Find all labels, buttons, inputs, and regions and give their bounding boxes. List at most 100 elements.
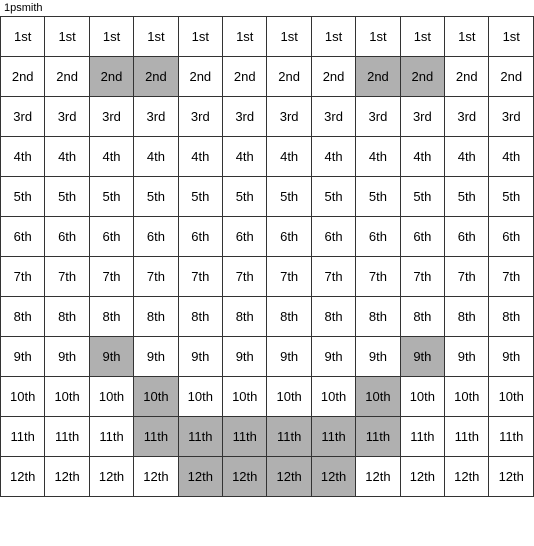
table-row: 2nd2nd2nd2nd2nd2nd2nd2nd2nd2nd2nd2nd — [1, 57, 534, 97]
grid-cell: 1st — [311, 17, 355, 57]
table-row: 7th7th7th7th7th7th7th7th7th7th7th7th — [1, 257, 534, 297]
grid-cell: 10th — [89, 377, 133, 417]
grid-cell: 5th — [489, 177, 534, 217]
grid-cell: 5th — [1, 177, 45, 217]
grid-cell: 4th — [45, 137, 89, 177]
grid-cell: 6th — [89, 217, 133, 257]
grid-cell: 4th — [400, 137, 444, 177]
grid-cell: 10th — [134, 377, 178, 417]
grid-cell: 8th — [89, 297, 133, 337]
grid-cell: 11th — [356, 417, 400, 457]
grid-cell: 1st — [134, 17, 178, 57]
grid-cell: 8th — [311, 297, 355, 337]
grid-cell: 9th — [134, 337, 178, 377]
grid-cell: 6th — [400, 217, 444, 257]
table-row: 4th4th4th4th4th4th4th4th4th4th4th4th — [1, 137, 534, 177]
grid-cell: 10th — [445, 377, 489, 417]
grid-cell: 7th — [134, 257, 178, 297]
app-title: 1psmith — [4, 2, 43, 14]
grid-cell: 8th — [400, 297, 444, 337]
grid-cell: 10th — [1, 377, 45, 417]
grid-cell: 9th — [223, 337, 267, 377]
grid-cell: 7th — [45, 257, 89, 297]
table-row: 8th8th8th8th8th8th8th8th8th8th8th8th — [1, 297, 534, 337]
grid-cell: 1st — [400, 17, 444, 57]
grid-cell: 7th — [356, 257, 400, 297]
grid-cell: 3rd — [89, 97, 133, 137]
grid-cell: 2nd — [45, 57, 89, 97]
grid-cell: 10th — [178, 377, 222, 417]
grid-cell: 11th — [1, 417, 45, 457]
grid-cell: 10th — [311, 377, 355, 417]
grid-cell: 5th — [178, 177, 222, 217]
grid-cell: 10th — [267, 377, 311, 417]
grid-cell: 2nd — [178, 57, 222, 97]
grid-cell: 3rd — [1, 97, 45, 137]
grid-cell: 11th — [89, 417, 133, 457]
grid-cell: 9th — [400, 337, 444, 377]
table-row: 3rd3rd3rd3rd3rd3rd3rd3rd3rd3rd3rd3rd — [1, 97, 534, 137]
grid-cell: 2nd — [223, 57, 267, 97]
grid-cell: 8th — [489, 297, 534, 337]
table-row: 9th9th9th9th9th9th9th9th9th9th9th9th — [1, 337, 534, 377]
grid-cell: 12th — [223, 457, 267, 497]
grid-cell: 1st — [223, 17, 267, 57]
grid-cell: 9th — [178, 337, 222, 377]
grid-cell: 12th — [445, 457, 489, 497]
grid-cell: 8th — [1, 297, 45, 337]
grid-cell: 4th — [267, 137, 311, 177]
grid-cell: 7th — [445, 257, 489, 297]
grid-cell: 4th — [178, 137, 222, 177]
grid-cell: 11th — [445, 417, 489, 457]
grid-cell: 8th — [356, 297, 400, 337]
grid-cell: 1st — [89, 17, 133, 57]
grid-cell: 1st — [489, 17, 534, 57]
grid-cell: 2nd — [1, 57, 45, 97]
grid-cell: 5th — [89, 177, 133, 217]
grid-cell: 1st — [445, 17, 489, 57]
grid-cell: 7th — [267, 257, 311, 297]
grid-cell: 9th — [45, 337, 89, 377]
grid-cell: 3rd — [178, 97, 222, 137]
table-row: 6th6th6th6th6th6th6th6th6th6th6th6th — [1, 217, 534, 257]
grid-cell: 8th — [267, 297, 311, 337]
grid-cell: 1st — [178, 17, 222, 57]
grid-cell: 12th — [267, 457, 311, 497]
grid-cell: 12th — [45, 457, 89, 497]
table-row: 1st1st1st1st1st1st1st1st1st1st1st1st — [1, 17, 534, 57]
grid-cell: 3rd — [267, 97, 311, 137]
grid-cell: 12th — [89, 457, 133, 497]
grid-cell: 2nd — [400, 57, 444, 97]
grid-cell: 9th — [311, 337, 355, 377]
grid-cell: 5th — [45, 177, 89, 217]
grid-cell: 7th — [311, 257, 355, 297]
grid-cell: 5th — [267, 177, 311, 217]
grid-cell: 9th — [356, 337, 400, 377]
grid-cell: 6th — [445, 217, 489, 257]
grid-cell: 6th — [134, 217, 178, 257]
grid-cell: 3rd — [311, 97, 355, 137]
grid-cell: 11th — [267, 417, 311, 457]
grid-cell: 4th — [311, 137, 355, 177]
grid-cell: 10th — [400, 377, 444, 417]
grid-cell: 8th — [223, 297, 267, 337]
grid-cell: 4th — [89, 137, 133, 177]
grid-cell: 4th — [356, 137, 400, 177]
grid-cell: 3rd — [489, 97, 534, 137]
grid-cell: 6th — [1, 217, 45, 257]
grid-cell: 11th — [134, 417, 178, 457]
grid-cell: 8th — [178, 297, 222, 337]
grid-cell: 11th — [311, 417, 355, 457]
grid-cell: 2nd — [445, 57, 489, 97]
grid-cell: 6th — [356, 217, 400, 257]
grid-cell: 10th — [489, 377, 534, 417]
grid-cell: 8th — [45, 297, 89, 337]
grid-cell: 6th — [267, 217, 311, 257]
grid-cell: 7th — [178, 257, 222, 297]
grid-cell: 5th — [223, 177, 267, 217]
grid-cell: 10th — [356, 377, 400, 417]
grid-cell: 7th — [489, 257, 534, 297]
grid-cell: 5th — [400, 177, 444, 217]
grid-cell: 6th — [178, 217, 222, 257]
grid-cell: 5th — [134, 177, 178, 217]
